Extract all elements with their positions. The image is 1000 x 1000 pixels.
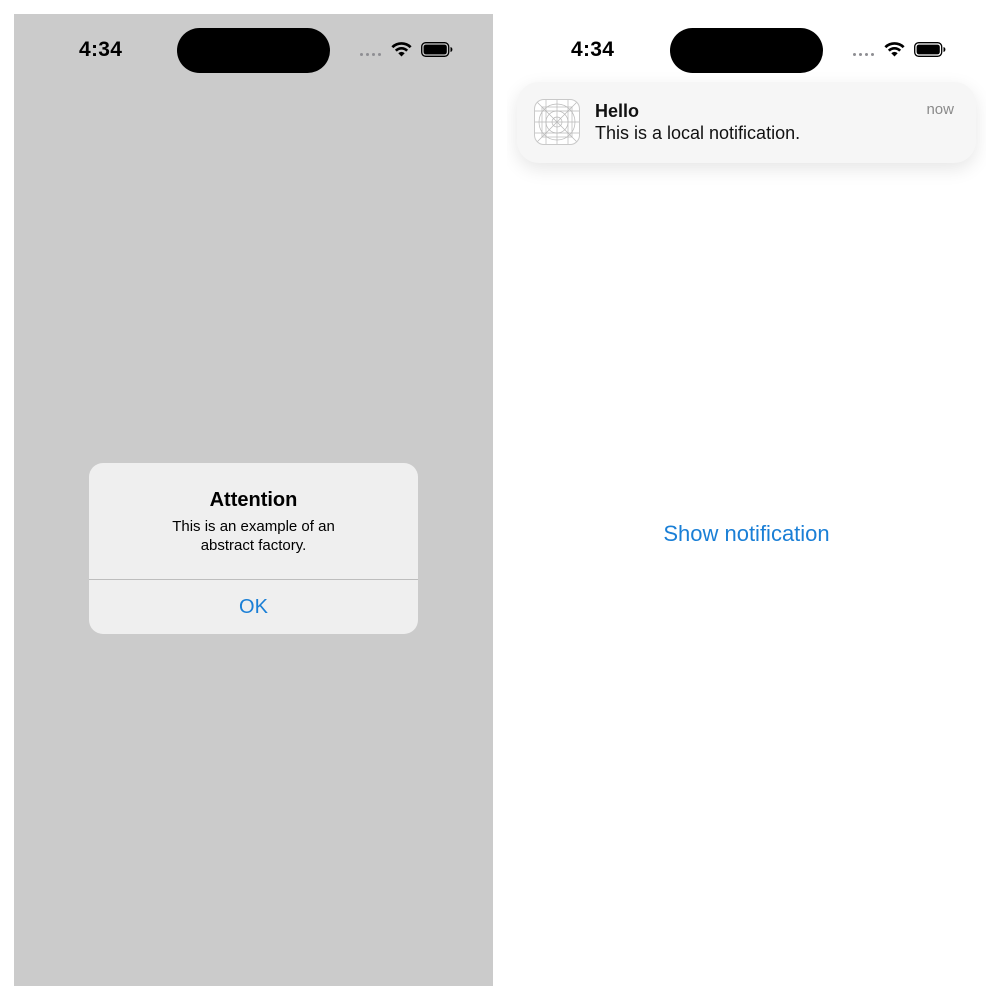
notification-timestamp: now xyxy=(926,101,954,118)
notification-title: Hello xyxy=(595,101,640,121)
cellular-signal-icon xyxy=(853,42,874,56)
notification-body: This is a local notification. xyxy=(595,123,801,143)
dynamic-island xyxy=(670,28,823,73)
alert-dialog: Attention This is an example of an abstr… xyxy=(89,463,418,634)
screenshot-canvas: 4:34 Attention This is an example of an … xyxy=(0,0,1000,1000)
cellular-signal-icon xyxy=(360,42,381,56)
alert-title: Attention xyxy=(209,489,298,511)
battery-icon xyxy=(421,41,453,57)
status-bar-time: 4:34 xyxy=(571,38,615,61)
alert-message: This is an example of an abstract factor… xyxy=(172,518,335,554)
alert-ok-button[interactable]: OK xyxy=(89,580,418,634)
show-notification-button[interactable]: Show notification xyxy=(507,521,986,547)
status-bar-icons xyxy=(853,40,946,58)
wifi-icon xyxy=(391,42,412,57)
dynamic-island xyxy=(177,28,330,73)
left-phone-screen: 4:34 Attention This is an example of an … xyxy=(14,14,493,986)
status-bar-icons xyxy=(360,40,453,58)
wifi-icon xyxy=(884,42,905,57)
notification-banner[interactable]: Hello This is a local notification. now xyxy=(517,82,976,163)
right-phone-screen: 4:34 Hello This is a local notification.… xyxy=(507,14,986,986)
app-icon-placeholder-icon xyxy=(534,99,580,145)
status-bar-time: 4:34 xyxy=(79,38,123,61)
battery-icon xyxy=(914,41,946,57)
